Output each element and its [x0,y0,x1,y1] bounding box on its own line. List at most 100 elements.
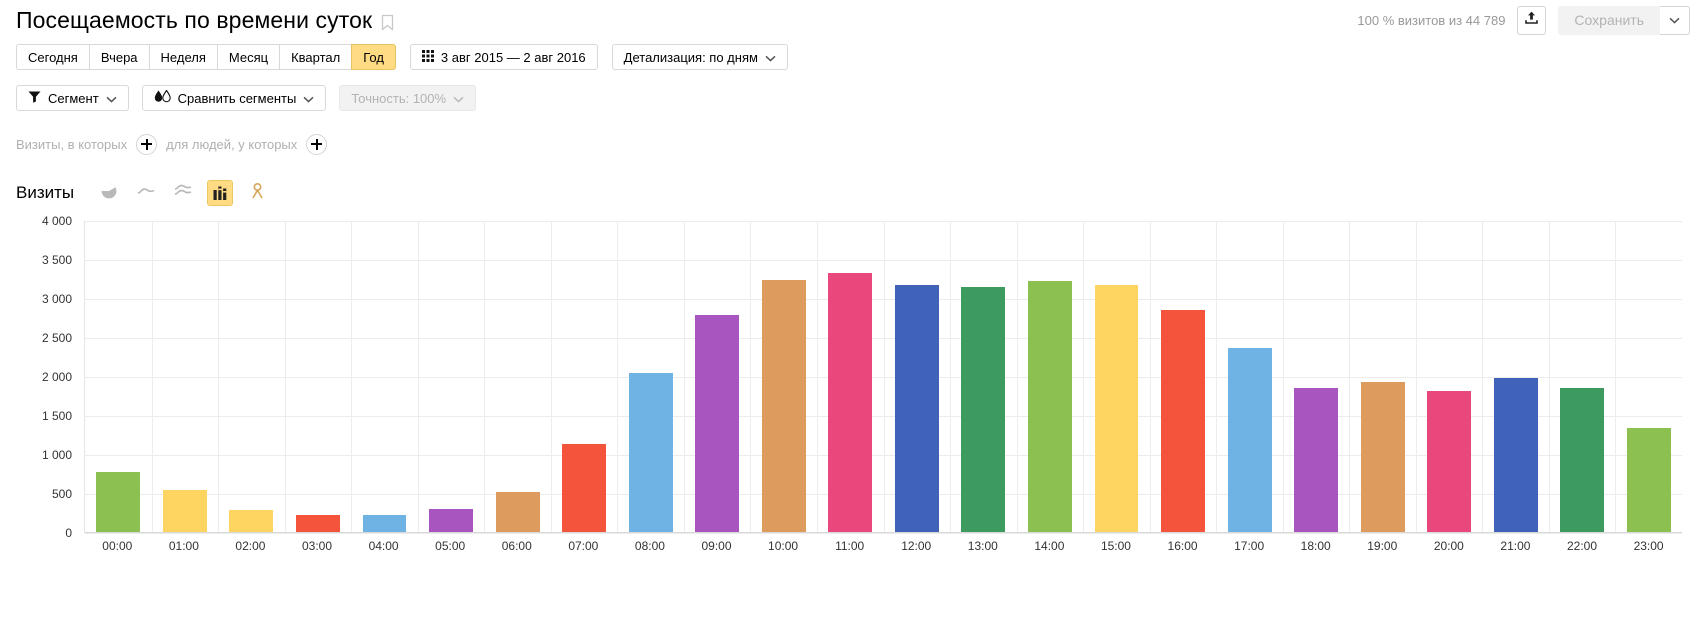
baseline [85,532,1682,533]
chevron-down-icon [106,91,117,106]
accuracy-dropdown[interactable]: Точность: 100% [339,85,477,111]
bar[interactable] [1626,428,1671,533]
x-axis-tick: 12:00 [901,539,932,553]
bar-slot[interactable] [85,221,152,533]
bar[interactable] [1560,387,1605,533]
bar[interactable] [1493,377,1538,533]
chart-type-map-button[interactable] [244,180,270,206]
bar[interactable] [1027,281,1072,533]
bar-slot[interactable] [1150,221,1217,533]
x-axis-tick: 05:00 [435,539,466,553]
bar[interactable] [628,373,673,533]
bar[interactable] [362,515,407,533]
x-axis-tick: 01:00 [168,539,199,553]
x-axis-tick: 16:00 [1167,539,1198,553]
add-people-filter-button[interactable] [306,133,328,155]
bar-series [85,221,1682,533]
bar-slot[interactable] [551,221,618,533]
date-range-picker[interactable]: 3 авг 2015 — 2 авг 2016 [409,44,598,70]
compare-segments-dropdown[interactable]: Сравнить сегменты [141,85,327,111]
map-person-icon [250,182,265,204]
bar[interactable] [1427,390,1472,533]
bar-slot[interactable] [950,221,1017,533]
bar-slot[interactable] [817,221,884,533]
chevron-down-icon [453,91,464,106]
bar-slot[interactable] [1416,221,1483,533]
period-tabs: Сегодня Вчера Неделя Месяц Квартал Год [16,44,396,70]
bar-slot[interactable] [418,221,485,533]
bar-slot[interactable] [1283,221,1350,533]
bar[interactable] [562,443,607,533]
bar-slot[interactable] [1482,221,1549,533]
bar[interactable] [295,515,340,533]
bar[interactable] [695,315,740,533]
bar[interactable] [828,273,873,533]
save-group: Сохранить [1558,5,1690,35]
period-tab-yesterday[interactable]: Вчера [88,44,149,70]
x-axis-tick: 03:00 [302,539,333,553]
metric-toolbar: Визиты [0,177,1704,209]
save-dropdown-button[interactable] [1660,5,1690,35]
line-chart-icon [137,184,155,202]
chart-type-line-button[interactable] [133,180,159,206]
x-axis-tick: 11:00 [835,539,865,553]
detail-level-dropdown[interactable]: Детализация: по дням [611,44,788,70]
x-axis-tick: 13:00 [967,539,998,553]
bar[interactable] [961,287,1006,533]
export-button[interactable] [1517,5,1547,35]
x-axis-tick: 08:00 [634,539,665,553]
bar-slot[interactable] [1549,221,1616,533]
bar-slot[interactable] [1083,221,1150,533]
period-toolbar: Сегодня Вчера Неделя Месяц Квартал Год 3… [0,42,1704,72]
x-axis-tick: 14:00 [1034,539,1065,553]
bar[interactable] [162,490,207,533]
bar-slot[interactable] [617,221,684,533]
x-axis-tick: 09:00 [701,539,732,553]
bar-slot[interactable] [1616,221,1683,533]
period-tab-year[interactable]: Год [351,44,396,70]
bar[interactable] [429,509,473,533]
bar-slot[interactable] [285,221,352,533]
bar-slot[interactable] [884,221,951,533]
bar-slot[interactable] [684,221,751,533]
bar[interactable] [96,472,141,533]
bar[interactable] [894,284,939,533]
segment-dropdown[interactable]: Сегмент [16,85,129,111]
bar[interactable] [1294,387,1339,533]
bar[interactable] [1094,284,1139,533]
bar-slot[interactable] [1349,221,1416,533]
bar-slot[interactable] [484,221,551,533]
chevron-down-icon [303,91,314,106]
y-axis-tick: 0 [65,526,72,540]
period-tab-today[interactable]: Сегодня [16,44,89,70]
date-range-label: 3 авг 2015 — 2 авг 2016 [440,49,586,65]
bar[interactable] [229,509,274,533]
bar-slot[interactable] [152,221,219,533]
bar[interactable] [495,492,540,533]
segment-toolbar: Сегмент Сравнить сегменты Точность: 100% [0,83,1704,113]
bar-slot[interactable] [1216,221,1283,533]
period-tab-month[interactable]: Месяц [216,44,280,70]
save-button[interactable]: Сохранить [1558,5,1660,35]
x-axis-tick: 23:00 [1633,539,1664,553]
bar[interactable] [1161,309,1205,533]
x-axis-tick: 06:00 [501,539,532,553]
period-tab-quarter[interactable]: Квартал [279,44,352,70]
bar[interactable] [1227,348,1272,533]
funnel-filter-icon [28,90,41,106]
bar[interactable] [761,279,806,533]
chart-type-area-button[interactable] [170,180,196,206]
period-tab-week[interactable]: Неделя [148,44,217,70]
bar[interactable] [1360,381,1405,533]
add-visit-filter-button[interactable] [136,133,158,155]
y-axis-tick: 500 [51,487,72,501]
bar-slot[interactable] [218,221,285,533]
bar-slot[interactable] [750,221,817,533]
bar-slot[interactable] [1017,221,1084,533]
metric-label: Визиты [16,183,75,202]
chart-type-pie-button[interactable] [96,180,122,206]
bar-slot[interactable] [351,221,418,533]
chart-type-bar-button[interactable] [207,180,234,206]
bookmark-icon[interactable] [381,14,394,31]
y-axis: 0 500 1 000 1 500 2 000 2 500 3 000 3 500 4 000 [16,214,78,540]
